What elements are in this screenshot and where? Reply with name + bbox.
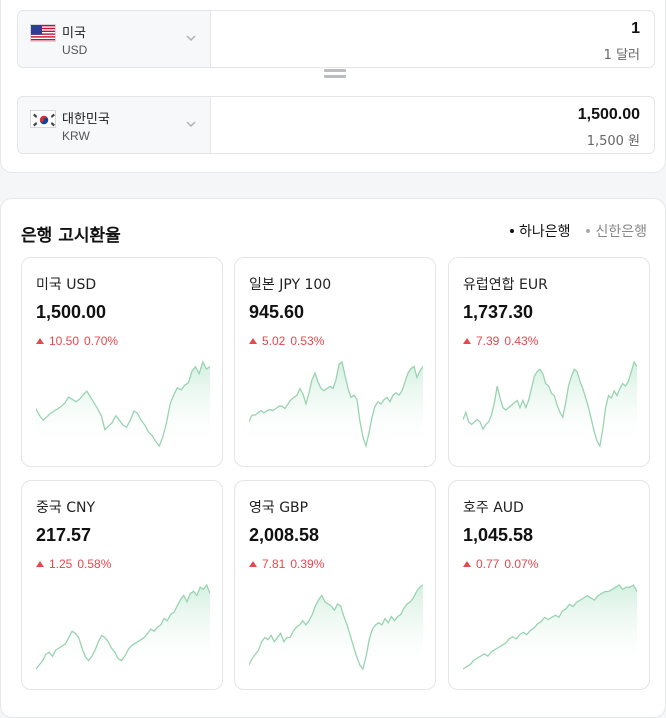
sparkline-chart (249, 358, 423, 450)
rate-card-currency: 미국 USD (36, 274, 96, 294)
rate-card-value: 217.57 (36, 525, 91, 546)
rate-card-change: 1.25 0.58% (36, 557, 111, 571)
sparkline-area (36, 585, 210, 673)
chevron-down-icon (184, 117, 198, 131)
rate-card-cny[interactable]: 중국 CNY 217.57 1.25 0.58% (21, 480, 223, 690)
equals-icon (324, 69, 346, 81)
up-triangle-icon (463, 338, 471, 344)
rate-card-currency: 유럽연합 EUR (463, 274, 548, 294)
rate-card-value: 1,737.30 (463, 302, 533, 323)
rate-card-change: 0.77 0.07% (463, 557, 538, 571)
rate-card-change: 5.02 0.53% (249, 334, 324, 348)
bullet-icon (586, 229, 590, 233)
to-currency-select[interactable]: 대한민국 KRW (18, 97, 211, 153)
rate-card-usd[interactable]: 미국 USD 1,500.00 10.50 0.70% (21, 257, 223, 467)
rate-card-value: 2,008.58 (249, 525, 319, 546)
up-triangle-icon (36, 338, 44, 344)
bank-tab-label: 하나은행 (519, 221, 571, 241)
to-amount-text: 1,500 원 (587, 130, 640, 149)
to-currency-code: KRW (62, 129, 90, 143)
rate-card-change: 10.50 0.70% (36, 334, 118, 348)
sparkline-area (249, 362, 423, 450)
from-currency-select[interactable]: 미국 USD (18, 11, 211, 67)
rate-card-gbp[interactable]: 영국 GBP 2,008.58 7.81 0.39% (234, 480, 436, 690)
rate-card-eur[interactable]: 유럽연합 EUR 1,737.30 7.39 0.43% (448, 257, 650, 467)
sparkline-chart (249, 581, 423, 673)
rate-card-currency: 영국 GBP (249, 497, 308, 517)
change-amount: 7.81 (262, 557, 285, 571)
bank-rates-card: 은행 고시환율 하나은행 신한은행 미국 USD 1,500.00 10.50 0… (0, 198, 666, 718)
rate-card-value: 1,500.00 (36, 302, 106, 323)
change-percent: 0.39% (290, 557, 324, 571)
sparkline-chart (36, 358, 210, 450)
change-amount: 1.25 (49, 557, 72, 571)
change-percent: 0.07% (504, 557, 538, 571)
sparkline-area (249, 585, 423, 673)
change-amount: 10.50 (49, 334, 79, 348)
to-currency-name: 대한민국 (62, 108, 110, 127)
kr-flag-icon (30, 110, 56, 128)
bank-tab-label: 신한은행 (595, 221, 647, 241)
rate-card-value: 945.60 (249, 302, 304, 323)
change-percent: 0.43% (504, 334, 538, 348)
from-currency-code: USD (62, 43, 87, 57)
rates-title: 은행 고시환율 (21, 221, 121, 246)
up-triangle-icon (249, 561, 257, 567)
sparkline-area (463, 362, 637, 450)
sparkline-area (463, 585, 637, 673)
from-currency-name: 미국 (62, 22, 86, 41)
rate-card-value: 1,045.58 (463, 525, 533, 546)
change-amount: 7.39 (476, 334, 499, 348)
from-amount-value: 1 (631, 20, 640, 38)
to-amount-value: 1,500.00 (578, 106, 640, 124)
up-triangle-icon (36, 561, 44, 567)
sparkline-chart (463, 358, 637, 450)
rate-card-aud[interactable]: 호주 AUD 1,045.58 0.77 0.07% (448, 480, 650, 690)
sparkline-chart (36, 581, 210, 673)
chevron-down-icon (184, 31, 198, 45)
bank-tab-shinhan[interactable]: 신한은행 (586, 221, 647, 241)
up-triangle-icon (463, 561, 471, 567)
sparkline-chart (463, 581, 637, 673)
us-flag-icon (30, 24, 56, 42)
change-amount: 0.77 (476, 557, 499, 571)
bullet-icon (510, 229, 514, 233)
change-amount: 5.02 (262, 334, 285, 348)
to-amount-input[interactable]: 1,500.00 1,500 원 (212, 97, 654, 153)
to-currency-row: 대한민국 KRW 1,500.00 1,500 원 (17, 96, 655, 154)
bank-tabs: 하나은행 신한은행 (510, 221, 647, 241)
converter-card: 미국 USD 1 1 달러 (0, 0, 666, 173)
change-percent: 0.70% (84, 334, 118, 348)
rate-card-currency: 호주 AUD (463, 497, 524, 517)
rate-card-currency: 중국 CNY (36, 497, 95, 517)
rate-card-change: 7.39 0.43% (463, 334, 538, 348)
from-amount-text: 1 달러 (604, 44, 640, 63)
rate-card-jpy[interactable]: 일본 JPY 100 945.60 5.02 0.53% (234, 257, 436, 467)
up-triangle-icon (249, 338, 257, 344)
bank-tab-hana[interactable]: 하나은행 (510, 221, 571, 241)
change-percent: 0.53% (290, 334, 324, 348)
rate-card-currency: 일본 JPY 100 (249, 274, 331, 294)
change-percent: 0.58% (77, 557, 111, 571)
rate-card-change: 7.81 0.39% (249, 557, 324, 571)
from-amount-input[interactable]: 1 1 달러 (212, 11, 654, 67)
from-currency-row: 미국 USD 1 1 달러 (17, 10, 655, 68)
